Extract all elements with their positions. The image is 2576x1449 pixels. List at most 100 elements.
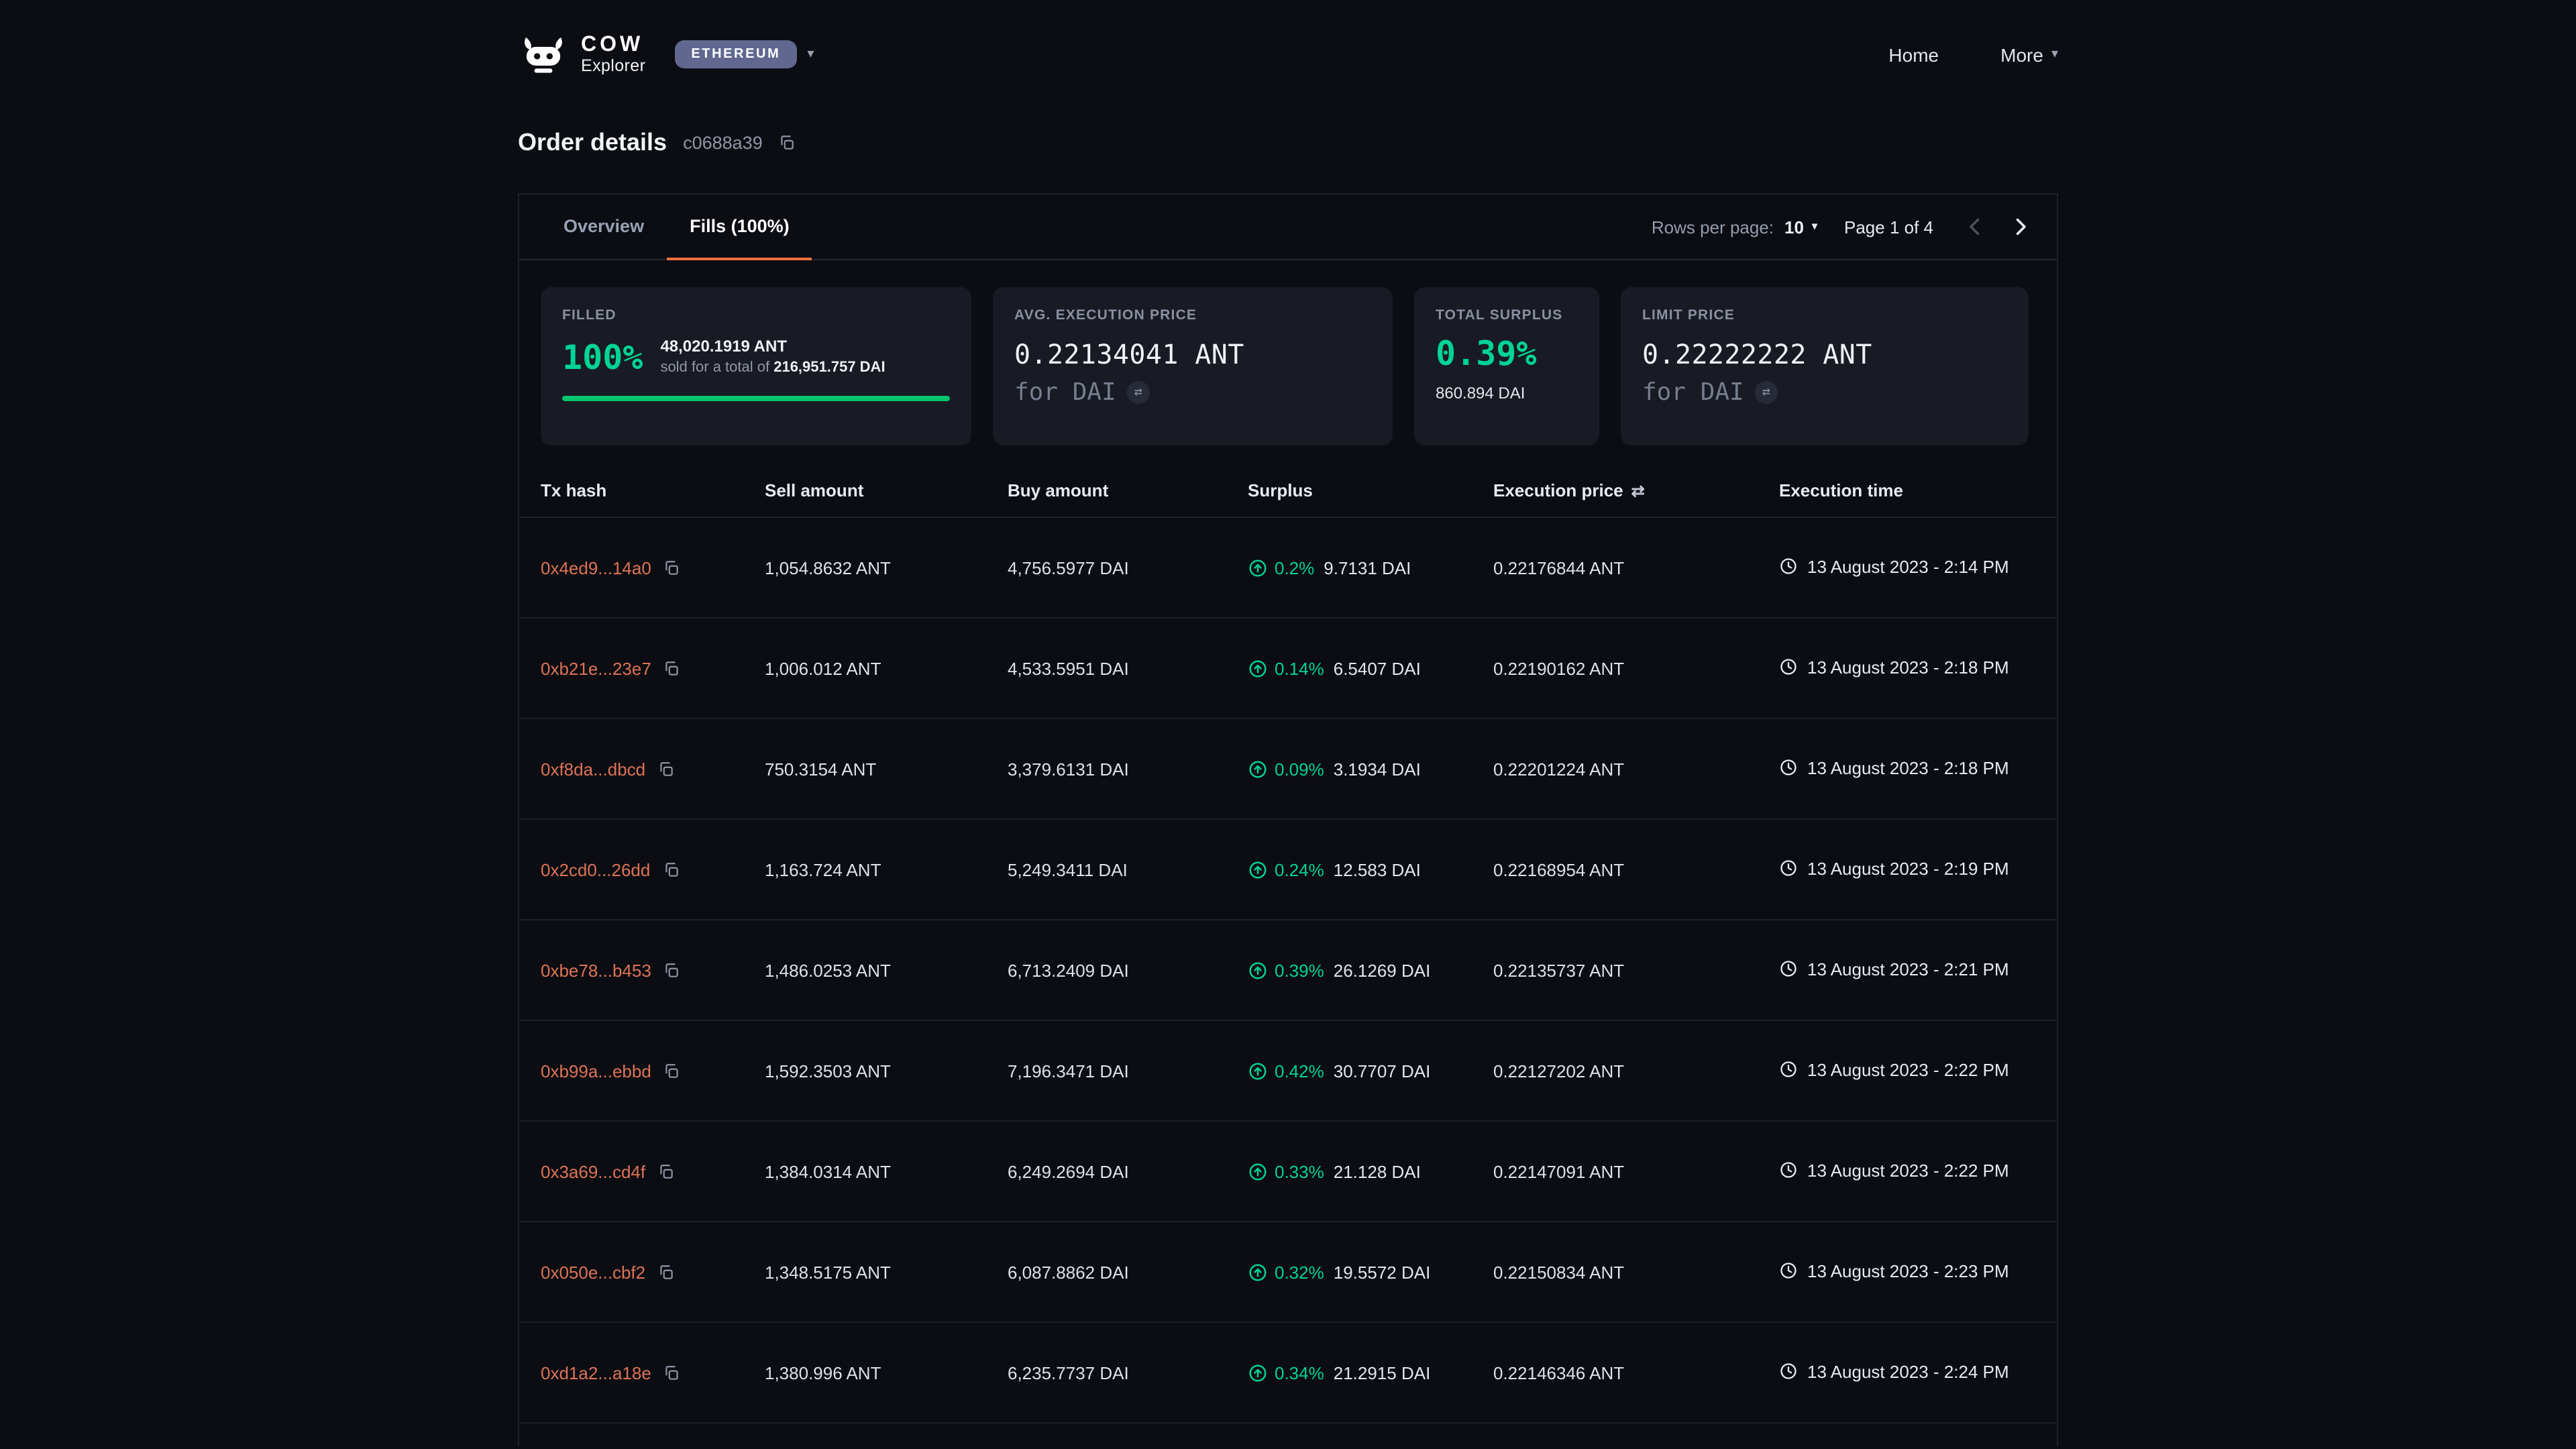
surplus-cell: 0.2% 9.7131 DAI [1248, 557, 1493, 578]
tx-hash-link[interactable]: 0xbe78...b453 [541, 960, 651, 980]
column-surplus: Surplus [1248, 480, 1493, 500]
execution-price-cell: 0.22146346 ANT [1493, 1362, 1779, 1383]
copy-icon[interactable] [663, 559, 681, 576]
surplus-up-icon [1248, 859, 1268, 879]
tab-fills[interactable]: Fills (100%) [667, 195, 812, 260]
network-selector[interactable]: ETHEREUM ▾ [675, 41, 814, 69]
buy-amount-cell: 4,756.5977 DAI [1008, 557, 1248, 578]
column-tx-hash: Tx hash [541, 480, 765, 500]
filled-sold-prefix: sold for a total of [660, 360, 769, 376]
surplus-amount: 21.2915 DAI [1334, 1362, 1431, 1383]
surplus-label: TOTAL SURPLUS [1436, 307, 1578, 323]
order-fills-panel: Overview Fills (100%) Rows per page: 10 … [518, 193, 2058, 1446]
execution-price-cell: 0.22127202 ANT [1493, 1061, 1779, 1081]
surplus-amount: 30.7707 DAI [1334, 1061, 1431, 1081]
execution-price-cell: 0.22201224 ANT [1493, 759, 1779, 779]
execution-time-cell: 13 August 2023 - 2:21 PM [1779, 957, 2035, 983]
rows-per-page-label: Rows per page: [1652, 217, 1774, 237]
table-row: 0x4ed9...14a0 1,054.8632 ANT 4,756.5977 … [519, 518, 2057, 619]
tx-hash-link[interactable]: 0xf8da...dbcd [541, 759, 645, 779]
buy-amount-cell: 5,249.3411 DAI [1008, 859, 1248, 879]
copy-icon[interactable] [657, 1263, 675, 1281]
execution-time-text: 13 August 2023 - 2:21 PM [1807, 957, 2009, 983]
execution-price-cell: 0.22147091 ANT [1493, 1161, 1779, 1181]
table-row: 0xd1a2...a18e 1,380.996 ANT 6,235.7737 D… [519, 1323, 2057, 1424]
copy-icon[interactable] [663, 659, 681, 677]
copy-icon[interactable] [663, 1364, 681, 1381]
invert-price-column-icon[interactable]: ⇄ [1631, 481, 1645, 500]
table-row: 0x3a69...cd4f 1,384.0314 ANT 6,249.2694 … [519, 1122, 2057, 1222]
copy-icon[interactable] [662, 861, 680, 878]
clock-icon [1779, 757, 1798, 776]
tx-hash-link[interactable]: 0x050e...cbf2 [541, 1262, 645, 1282]
surplus-percent: 0.2% [1275, 557, 1314, 578]
execution-price-cell: 0.22190162 ANT [1493, 658, 1779, 678]
limit-price-label: LIMIT PRICE [1642, 307, 2007, 323]
execution-time-cell: 13 August 2023 - 2:19 PM [1779, 857, 2035, 882]
table-row: 0x050e...cbf2 1,348.5175 ANT 6,087.8862 … [519, 1222, 2057, 1323]
copy-icon[interactable] [663, 1062, 681, 1079]
app-root: COW Explorer ETHEREUM ▾ Home More ▾ [0, 0, 2576, 1449]
execution-time-text: 13 August 2023 - 2:22 PM [1807, 1058, 2009, 1083]
surplus-amount: 3.1934 DAI [1334, 759, 1421, 779]
avg-price-value: 0.22134041 ANT [1014, 338, 1371, 370]
avg-execution-price-card: AVG. EXECUTION PRICE 0.22134041 ANT for … [993, 287, 1393, 445]
buy-amount-cell: 6,249.2694 DAI [1008, 1161, 1248, 1181]
execution-time-cell: 13 August 2023 - 2:22 PM [1779, 1159, 2035, 1184]
execution-time-cell: 13 August 2023 - 2:14 PM [1779, 555, 2035, 580]
copy-icon[interactable] [657, 1163, 675, 1180]
next-page-button[interactable] [2006, 212, 2035, 241]
surplus-amount: 12.583 DAI [1334, 859, 1421, 879]
nav-home[interactable]: Home [1888, 44, 1939, 66]
execution-time-cell: 13 August 2023 - 2:22 PM [1779, 1058, 2035, 1083]
top-navigation-bar: COW Explorer ETHEREUM ▾ Home More ▾ [518, 0, 2058, 110]
sell-amount-cell: 1,163.724 ANT [765, 859, 1008, 879]
surplus-percent: 0.42% [1275, 1061, 1324, 1081]
cow-explorer-logo[interactable]: COW Explorer [518, 35, 645, 75]
surplus-cell: 0.34% 21.2915 DAI [1248, 1362, 1493, 1383]
tx-hash-link[interactable]: 0xb21e...23e7 [541, 658, 651, 678]
tx-hash-link[interactable]: 0x4ed9...14a0 [541, 557, 651, 578]
tx-hash-link[interactable]: 0x3a69...cd4f [541, 1161, 645, 1181]
surplus-percent: 0.32% [1275, 1262, 1324, 1282]
order-id: c0688a39 [683, 133, 763, 153]
clock-icon [1779, 657, 1798, 676]
tx-hash-link[interactable]: 0x2cd0...26dd [541, 859, 650, 879]
surplus-percent: 0.14% [1275, 658, 1324, 678]
surplus-cell: 0.32% 19.5572 DAI [1248, 1262, 1493, 1282]
table-row: 0xf8da...dbcd 750.3154 ANT 3,379.6131 DA… [519, 719, 2057, 820]
tx-hash-link[interactable]: 0xd1a2...a18e [541, 1362, 651, 1383]
tx-hash-link[interactable]: 0xb99a...ebbd [541, 1061, 651, 1081]
copy-icon[interactable] [657, 760, 675, 777]
nav-more[interactable]: More ▾ [2000, 44, 2058, 66]
previous-page-button[interactable] [1960, 212, 1990, 241]
page-title: Order details [518, 129, 667, 157]
surplus-up-icon [1248, 1362, 1268, 1383]
invert-price-icon[interactable]: ⇄ [1127, 381, 1150, 404]
copy-icon[interactable] [663, 961, 681, 979]
filled-card: FILLED 100% 48,020.1919 ANT sold for a t… [541, 287, 971, 445]
table-header: Tx hash Sell amount Buy amount Surplus E… [519, 480, 2057, 518]
rows-per-page-select[interactable]: 10 ▾ [1784, 217, 1817, 237]
table-row: 0x2cd0...26dd 1,163.724 ANT 5,249.3411 D… [519, 820, 2057, 920]
network-badge[interactable]: ETHEREUM [675, 41, 796, 69]
tab-overview[interactable]: Overview [541, 195, 667, 260]
buy-amount-cell: 6,235.7737 DAI [1008, 1362, 1248, 1383]
surplus-up-icon [1248, 1161, 1268, 1181]
execution-time-text: 13 August 2023 - 2:19 PM [1807, 857, 2009, 882]
surplus-percent: 0.39% [1275, 960, 1324, 980]
brand-name: COW [581, 35, 645, 58]
avg-price-label: AVG. EXECUTION PRICE [1014, 307, 1371, 323]
table-row: 0xbe78...b453 1,486.0253 ANT 6,713.2409 … [519, 920, 2057, 1021]
surplus-up-icon [1248, 960, 1268, 980]
invert-price-icon[interactable]: ⇄ [1755, 381, 1778, 404]
sell-amount-cell: 1,054.8632 ANT [765, 557, 1008, 578]
execution-time-cell: 13 August 2023 - 2:24 PM [1779, 1360, 2035, 1385]
column-sell-amount: Sell amount [765, 480, 1008, 500]
execution-time-text: 13 August 2023 - 2:22 PM [1807, 1159, 2009, 1184]
execution-time-text: 13 August 2023 - 2:23 PM [1807, 1259, 2009, 1285]
execution-time-cell: 13 August 2023 - 2:18 PM [1779, 655, 2035, 681]
surplus-percent: 0.39% [1436, 334, 1578, 373]
copy-icon[interactable] [779, 134, 796, 152]
chevron-down-icon: ▾ [2051, 48, 2058, 62]
